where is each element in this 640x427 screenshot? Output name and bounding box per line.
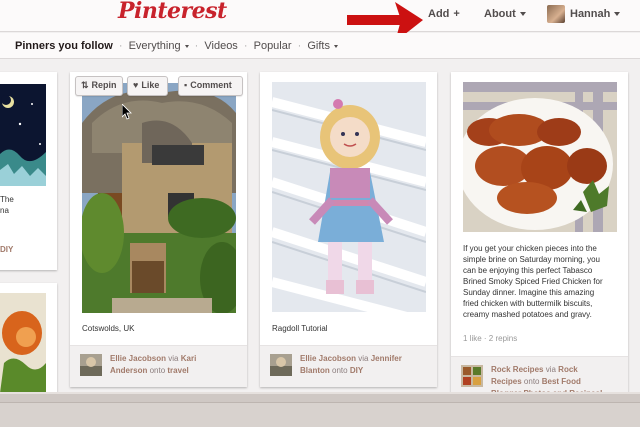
pinner-avatar[interactable] (80, 354, 102, 376)
pinner-link[interactable]: Rock Recipes (491, 365, 543, 374)
speech-bubble-icon: ▪ (184, 80, 188, 90)
pin-attribution: Ellie Jacobson via Kari Anderson onto tr… (70, 345, 247, 387)
pin-caption-line: fried chicken with buttermilk biscuits, (463, 299, 593, 308)
plus-icon: + (453, 8, 460, 20)
pin-image-cottage (82, 83, 236, 313)
pin-image-ragdoll (272, 82, 426, 312)
nav-separator: · (297, 40, 302, 52)
pin-caption-line: can be enjoying this perfect Tabasco (463, 266, 593, 275)
source-link[interactable]: Anderson (110, 366, 147, 375)
like-button[interactable]: ♥ Like (127, 76, 168, 96)
source-link[interactable]: Rock (558, 365, 578, 374)
top-header: Pinterest Add + About Hannah (0, 0, 640, 32)
pin-image-fried-chicken (463, 82, 617, 232)
nav-everything[interactable]: Everything (129, 40, 189, 52)
chevron-down-icon (333, 44, 338, 48)
pin-caption-line: simple brine on Saturday morning, you (463, 255, 600, 264)
pinner-avatar[interactable] (461, 365, 483, 387)
source-link[interactable]: Blanton (300, 366, 330, 375)
onto-text: onto (149, 366, 166, 375)
source-link[interactable]: Kari (181, 354, 197, 363)
avatar[interactable] (547, 5, 565, 23)
nav-separator: · (243, 40, 248, 52)
chevron-down-icon (614, 12, 621, 17)
onto-text: onto (332, 366, 348, 375)
nav-pinners-you-follow[interactable]: Pinners you follow (15, 40, 113, 52)
about-menu[interactable]: About (484, 8, 526, 20)
comment-label: Comment (190, 80, 232, 90)
source-link[interactable]: Jennifer (371, 354, 402, 363)
pin-card[interactable]: The na DIY (0, 72, 57, 270)
comment-button[interactable]: ▪ Comment (178, 76, 243, 96)
pinner-link[interactable]: Ellie Jacobson (110, 354, 166, 363)
pin-attribution: Ellie Jacobson via Jennifer Blanton onto… (260, 345, 437, 387)
onto-text: onto (523, 377, 540, 386)
user-name: Hannah (570, 8, 611, 20)
pin-caption-line: The (0, 195, 14, 204)
pinner-avatar[interactable] (270, 354, 292, 376)
board-link[interactable]: Best Food (542, 377, 581, 386)
pin-card[interactable]: If you get your chicken pieces into the … (451, 72, 628, 402)
pin-card[interactable]: Ragdoll Tutorial Ellie Jacobson via Jenn… (260, 72, 437, 387)
board-link[interactable]: travel (167, 366, 188, 375)
nav-separator: · (118, 40, 123, 52)
bottom-toolbar-panel (0, 402, 640, 427)
pin-stats: 1 like · 2 repins (463, 334, 518, 343)
repin-button[interactable]: ⇅ Repin (75, 76, 123, 96)
chevron-down-icon (519, 12, 526, 17)
pin-image-night-scene (0, 84, 46, 186)
via-text: via (545, 365, 556, 374)
user-menu[interactable]: Hannah (570, 8, 621, 20)
category-nav: Pinners you follow · Everything · Videos… (0, 33, 640, 59)
add-label: Add (428, 8, 450, 20)
bottom-toolbar (0, 392, 640, 427)
pinner-link[interactable]: Ellie Jacobson (300, 354, 356, 363)
nav-separator: · (194, 40, 199, 52)
pin-card[interactable] (0, 283, 57, 403)
chevron-down-icon (184, 44, 189, 48)
pin-caption-line: na (0, 206, 9, 215)
repin-icon: ⇅ (81, 80, 89, 90)
nav-gifts-label: Gifts (307, 40, 330, 52)
source-link[interactable]: Recipes (491, 377, 522, 386)
mouse-cursor-icon (122, 104, 132, 120)
pin-caption-line: Brined Smoky Spiced Fried Chicken for (463, 277, 603, 286)
like-label: Like (141, 80, 160, 90)
pin-caption-line: If you get your chicken pieces into the (463, 244, 597, 253)
about-label: About (484, 8, 516, 20)
pinterest-logo[interactable]: Pinterest (118, 0, 227, 24)
pin-caption-line: creamy mashed potatoes and gravy. (463, 310, 592, 319)
board-link[interactable]: DIY (350, 366, 363, 375)
nav-gifts[interactable]: Gifts (307, 40, 338, 52)
pin-image-food (0, 293, 46, 393)
via-text: via (168, 354, 179, 363)
nav-videos[interactable]: Videos (204, 40, 237, 52)
pin-caption-line: Sunday dinner. Imagine this amazing (463, 288, 595, 297)
repin-label: Repin (91, 80, 117, 90)
heart-icon: ♥ (133, 80, 139, 90)
pin-card[interactable]: Cotswolds, UK Ellie Jacobson via Kari An… (70, 72, 247, 387)
nav-everything-label: Everything (128, 40, 181, 52)
add-menu[interactable]: Add + (428, 8, 460, 20)
pin-caption: Cotswolds, UK (82, 324, 135, 333)
pin-caption: Ragdoll Tutorial (272, 324, 328, 333)
via-text: via (358, 354, 369, 363)
nav-popular[interactable]: Popular (254, 40, 292, 52)
board-link[interactable]: DIY (0, 245, 13, 254)
